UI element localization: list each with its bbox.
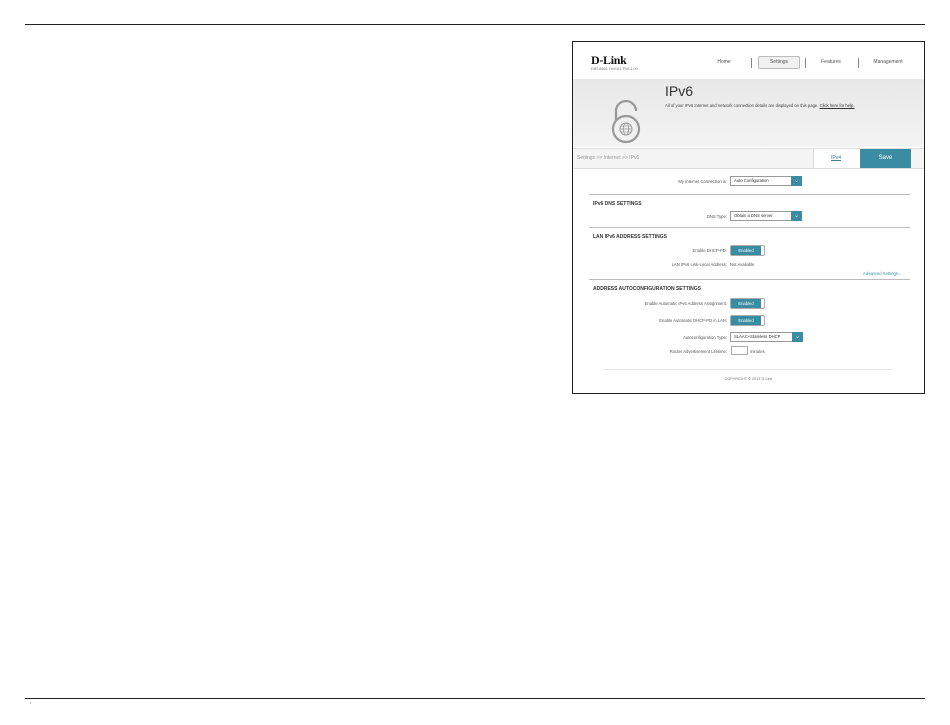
router-settings-screenshot: D-Link DIR-860L HW:A1 FW:1.00 Home Setti… [572, 41, 925, 394]
lifetime-unit: minutes [750, 349, 765, 354]
autoconfig-type-select[interactable]: SLAAC+Stateless DHCP ⌄ [730, 332, 803, 342]
lifetime-input[interactable] [731, 346, 748, 355]
dhcp-pd-toggle[interactable]: Enabled [730, 245, 765, 256]
chevron-down-icon[interactable]: ⌄ [791, 176, 802, 186]
nav-management[interactable]: Management [863, 56, 913, 69]
copyright: COPYRIGHT © 2013 D-Link [724, 377, 773, 381]
nav-divider [751, 58, 752, 68]
page-description-text: All of your IPv6 Internet and network co… [665, 103, 819, 108]
auto-assign-state: Enabled [731, 299, 761, 308]
dns-type-label: DNS Type: [706, 214, 727, 219]
link-local-label: LAN IPv6 Link-Local Address: [671, 262, 727, 267]
top-header: D-Link DIR-860L HW:A1 FW:1.00 Home Setti… [573, 42, 924, 78]
dns-type-select[interactable]: Obtain a DNS server ⌄ [730, 211, 802, 221]
connection-type-label: My Internet Connection is: [678, 179, 727, 184]
nav-settings[interactable]: Settings [758, 56, 800, 69]
model-info: DIR-860L HW:A1 FW:1.00 [591, 66, 638, 71]
nav-divider [805, 58, 806, 68]
breadcrumb-bar: Settings >> Internet >> IPv6 IPv4 Save [573, 148, 924, 169]
footer-divider [603, 369, 893, 370]
page-corner-mark [30, 702, 31, 704]
chevron-down-icon[interactable]: ⌄ [791, 211, 802, 221]
nav-features[interactable]: Features [811, 56, 851, 69]
page-title: IPv6 [665, 83, 694, 99]
nav-divider [858, 58, 859, 68]
advanced-settings-link[interactable]: Advanced Settings... [863, 271, 901, 276]
section-divider [589, 194, 910, 195]
save-button[interactable]: Save [860, 149, 911, 168]
page-bottom-rule [25, 698, 925, 699]
ipv4-link[interactable]: IPv4 [831, 155, 841, 161]
page-description: All of your IPv6 Internet and network co… [665, 103, 855, 108]
auto-assign-label: Enable Automatic IPv6 Address Assignment… [644, 301, 727, 306]
autoconfig-type-label: Autoconfiguration Type: [683, 335, 727, 340]
page-banner: IPv6 All of your IPv6 Internet and netwo… [573, 79, 924, 147]
connection-type-select[interactable]: Auto Configuration ⌄ [730, 176, 802, 186]
breadcrumb: Settings >> Internet >> IPv6 [577, 155, 640, 161]
section-divider [589, 279, 910, 280]
lock-globe-icon [611, 99, 641, 144]
section-divider [589, 227, 910, 228]
page-top-rule [25, 24, 925, 25]
auto-dhcp-pd-toggle[interactable]: Enabled [730, 315, 765, 326]
autoconfig-section-title: ADDRESS AUTOCONFIGURATION SETTINGS [593, 286, 701, 292]
auto-dhcp-pd-state: Enabled [731, 316, 761, 325]
dhcp-pd-state: Enabled [731, 246, 761, 255]
dns-section-title: IPv6 DNS SETTINGS [593, 201, 642, 207]
connection-type-value: Auto Configuration [734, 178, 769, 183]
auto-assign-toggle[interactable]: Enabled [730, 298, 765, 309]
link-local-value: Not Available [730, 262, 755, 267]
nav-home[interactable]: Home [704, 56, 744, 69]
auto-dhcp-pd-label: Enable Automatic DHCP-PD in LAN: [659, 318, 727, 323]
dhcp-pd-label: Enable DHCP-PD: [692, 248, 727, 253]
dns-type-value: Obtain a DNS server [734, 213, 773, 218]
autoconfig-type-value: SLAAC+Stateless DHCP [734, 334, 781, 339]
chevron-down-icon[interactable]: ⌄ [792, 332, 803, 342]
lan-section-title: LAN IPv6 ADDRESS SETTINGS [593, 234, 667, 240]
lifetime-label: Router Advertisement Lifetime: [669, 349, 727, 354]
help-link[interactable]: Click here for help. [820, 103, 855, 108]
